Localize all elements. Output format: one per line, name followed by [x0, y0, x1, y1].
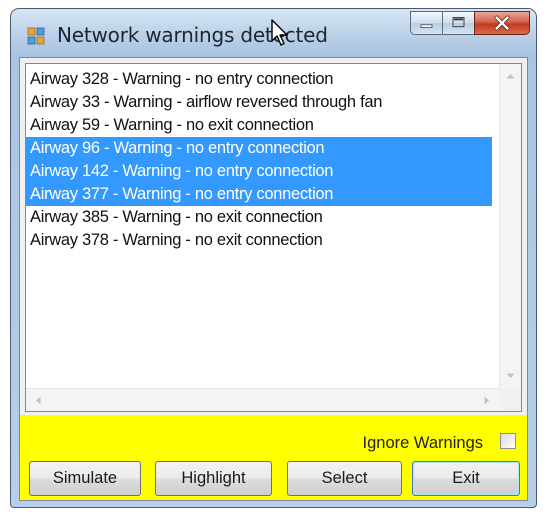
exit-button[interactable]: Exit	[412, 461, 520, 496]
warning-item[interactable]: Airway 33 - Warning - airflow reversed t…	[26, 91, 492, 114]
warnings-listbox[interactable]: Airway 328 - Warning - no entry connecti…	[25, 63, 522, 412]
warnings-list: Airway 328 - Warning - no entry connecti…	[26, 68, 492, 252]
close-icon	[494, 15, 510, 31]
scroll-right-arrow-icon[interactable]	[484, 396, 490, 405]
scroll-up-arrow-icon[interactable]	[506, 73, 515, 79]
minimize-button[interactable]	[410, 11, 442, 35]
simulate-button[interactable]: Simulate	[29, 461, 141, 496]
horizontal-scrollbar[interactable]	[26, 388, 500, 411]
options-panel: Ignore Warnings Simulate Highlight Selec…	[20, 415, 527, 500]
maximize-button[interactable]	[442, 11, 474, 35]
maximize-icon	[452, 17, 465, 28]
warning-item[interactable]: Airway 96 - Warning - no entry connectio…	[26, 137, 492, 160]
warning-item[interactable]: Airway 385 - Warning - no exit connectio…	[26, 206, 492, 229]
warning-item[interactable]: Airway 328 - Warning - no entry connecti…	[26, 68, 492, 91]
warning-item[interactable]: Airway 377 - Warning - no entry connecti…	[26, 183, 492, 206]
title-bar[interactable]: Network warnings detected	[11, 9, 536, 57]
scrollbar-corner	[499, 388, 521, 411]
dialog-client-area: Airway 328 - Warning - no entry connecti…	[19, 57, 528, 501]
mouse-cursor-icon	[271, 19, 288, 46]
warning-item[interactable]: Airway 142 - Warning - no entry connecti…	[26, 160, 492, 183]
warnings-window: Network warnings detected Airway 328 - W…	[10, 8, 537, 508]
scroll-down-arrow-icon[interactable]	[506, 373, 515, 379]
warning-item[interactable]: Airway 378 - Warning - no exit connectio…	[26, 229, 492, 252]
window-app-icon	[27, 27, 45, 45]
vertical-scrollbar[interactable]	[499, 64, 521, 388]
warning-item[interactable]: Airway 59 - Warning - no exit connection	[26, 114, 492, 137]
select-button[interactable]: Select	[287, 461, 402, 496]
caption-buttons	[410, 11, 530, 37]
scroll-left-arrow-icon[interactable]	[35, 396, 41, 405]
close-button[interactable]	[474, 11, 530, 35]
ignore-warnings-label[interactable]: Ignore Warnings	[363, 434, 483, 453]
ignore-warnings-checkbox[interactable]	[500, 433, 516, 449]
highlight-button[interactable]: Highlight	[155, 461, 272, 496]
minimize-icon	[420, 24, 433, 28]
